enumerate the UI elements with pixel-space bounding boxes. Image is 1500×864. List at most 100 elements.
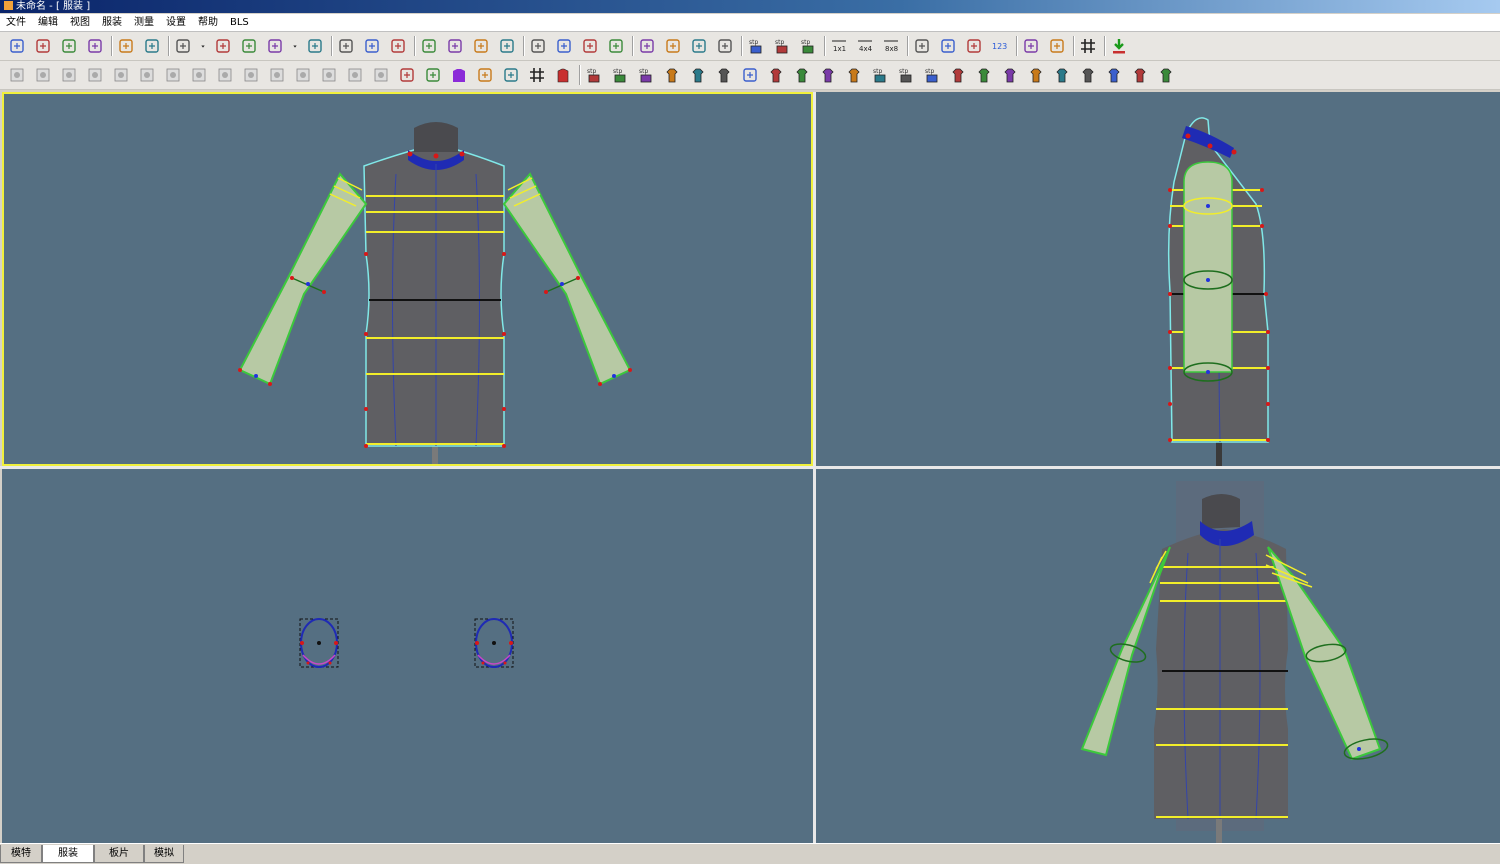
garment-n-icon[interactable] [1103, 64, 1125, 86]
tool-14-icon[interactable] [344, 64, 366, 86]
tool-08-icon[interactable] [188, 64, 210, 86]
download-icon[interactable] [1108, 35, 1130, 57]
tool-13-icon[interactable] [318, 64, 340, 86]
new-icon[interactable] [6, 35, 28, 57]
numbering-icon[interactable]: 123 [989, 35, 1011, 57]
garment-p-icon[interactable] [1155, 64, 1177, 86]
tool-10-icon[interactable] [240, 64, 262, 86]
frame-icon[interactable] [212, 35, 234, 57]
menu-help[interactable]: 帮助 [192, 14, 224, 31]
grid-icon[interactable] [1077, 35, 1099, 57]
top-view-viewport[interactable] [2, 469, 813, 843]
garment-m-icon[interactable] [1077, 64, 1099, 86]
stp-3-icon[interactable]: stp [635, 64, 657, 86]
garment-f-icon[interactable] [817, 64, 839, 86]
scale-1x1-icon[interactable]: 1x1 [828, 35, 850, 57]
menu-bls[interactable]: BLS [224, 14, 255, 31]
pentagon-icon[interactable] [937, 35, 959, 57]
align-right-icon[interactable] [579, 35, 601, 57]
collar-ring-icon[interactable] [474, 64, 496, 86]
menu-file[interactable]: 文件 [0, 14, 32, 31]
garment-c-icon[interactable] [713, 64, 735, 86]
pan-icon[interactable] [444, 35, 466, 57]
import-icon[interactable] [172, 35, 194, 57]
tab-model[interactable]: 模特 [0, 845, 42, 863]
stp-save-icon[interactable]: stp [771, 35, 793, 57]
scissors-icon[interactable] [361, 35, 383, 57]
front-view-viewport[interactable] [2, 92, 813, 466]
align-left-icon[interactable] [527, 35, 549, 57]
arch-icon[interactable] [739, 64, 761, 86]
rotate-icon[interactable] [418, 35, 440, 57]
garment-o-icon[interactable] [1129, 64, 1151, 86]
undo-icon[interactable] [115, 35, 137, 57]
tool-02-icon[interactable] [32, 64, 54, 86]
neckline-icon[interactable] [500, 64, 522, 86]
horizontal-splitter[interactable] [0, 466, 1500, 469]
garment-j-icon[interactable] [999, 64, 1021, 86]
save-as-icon[interactable] [84, 35, 106, 57]
shirt-icon[interactable] [335, 35, 357, 57]
stp-export-icon[interactable]: stp [797, 35, 819, 57]
dropdown-icon[interactable] [198, 35, 208, 57]
grid-select-icon[interactable] [688, 35, 710, 57]
tool-12-icon[interactable] [292, 64, 314, 86]
stp-2-icon[interactable]: stp [609, 64, 631, 86]
tool-07-icon[interactable] [162, 64, 184, 86]
garment-e-icon[interactable] [791, 64, 813, 86]
bucket-icon[interactable] [911, 35, 933, 57]
tool-01-icon[interactable] [6, 64, 28, 86]
dress-form-icon[interactable] [396, 64, 418, 86]
tab-garment[interactable]: 服装 [42, 845, 94, 863]
tab-pattern[interactable]: 板片 [94, 845, 144, 863]
garment-l-icon[interactable] [1051, 64, 1073, 86]
stp-1-icon[interactable]: stp [583, 64, 605, 86]
zoom-icon[interactable] [470, 35, 492, 57]
garment-b-icon[interactable] [687, 64, 709, 86]
menu-view[interactable]: 视图 [64, 14, 96, 31]
side-view-viewport[interactable] [816, 92, 1500, 466]
garment-h-icon[interactable] [947, 64, 969, 86]
orbit-icon[interactable] [496, 35, 518, 57]
garment-i-icon[interactable] [973, 64, 995, 86]
garment-g-icon[interactable] [843, 64, 865, 86]
body-outline-icon[interactable] [1020, 35, 1042, 57]
stp-5-icon[interactable]: stp [895, 64, 917, 86]
grid-hash-icon[interactable] [526, 64, 548, 86]
house-icon[interactable] [963, 35, 985, 57]
tool-05-icon[interactable] [110, 64, 132, 86]
vertical-splitter[interactable] [813, 92, 816, 843]
tool-03-icon[interactable] [58, 64, 80, 86]
red-garment-icon[interactable] [552, 64, 574, 86]
menu-edit[interactable]: 编辑 [32, 14, 64, 31]
stp-6-icon[interactable]: stp [921, 64, 943, 86]
stp-load-icon[interactable]: stp [745, 35, 767, 57]
stp-4-icon[interactable]: stp [869, 64, 891, 86]
tab-simulate[interactable]: 模拟 [144, 845, 184, 863]
ruler-icon[interactable] [605, 35, 627, 57]
tool-06-icon[interactable] [136, 64, 158, 86]
open-icon[interactable] [32, 35, 54, 57]
pentagon-body-icon[interactable] [422, 64, 444, 86]
tool-04-icon[interactable] [84, 64, 106, 86]
dropdown-icon[interactable] [290, 35, 300, 57]
scale-4x4-icon[interactable]: 4x4 [854, 35, 876, 57]
curve-mirror-icon[interactable] [662, 35, 684, 57]
menu-measure[interactable]: 测量 [128, 14, 160, 31]
tool-15-icon[interactable] [370, 64, 392, 86]
menu-garment[interactable]: 服装 [96, 14, 128, 31]
model-grid-icon[interactable] [238, 35, 260, 57]
perspective-view-viewport[interactable] [816, 469, 1500, 843]
redo-icon[interactable] [141, 35, 163, 57]
render-icon[interactable] [264, 35, 286, 57]
align-center-icon[interactable] [553, 35, 575, 57]
save-icon[interactable] [58, 35, 80, 57]
body-figure-icon[interactable] [1046, 35, 1068, 57]
tool-11-icon[interactable] [266, 64, 288, 86]
garment-k-icon[interactable] [1025, 64, 1047, 86]
purple-garment-icon[interactable] [448, 64, 470, 86]
arrow-icon[interactable] [714, 35, 736, 57]
garment-d-icon[interactable] [765, 64, 787, 86]
flag-icon[interactable] [304, 35, 326, 57]
menu-settings[interactable]: 设置 [160, 14, 192, 31]
